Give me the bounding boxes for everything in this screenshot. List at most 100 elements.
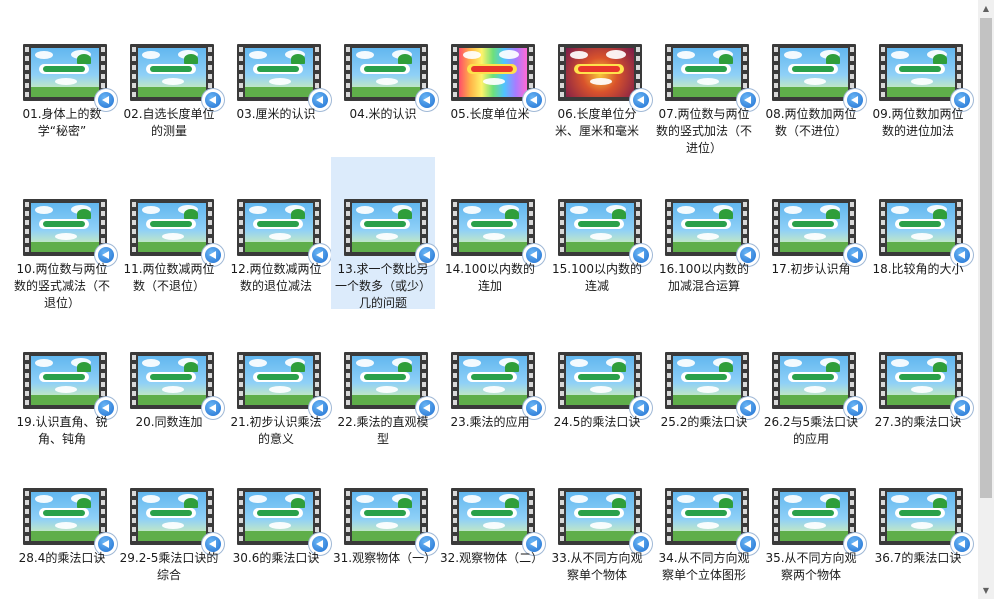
video-file-item[interactable]: 19.认识直角、锐角、钝角 (10, 310, 117, 462)
file-name-label: 30.6的乘法口诀 (232, 551, 320, 565)
film-strip-icon (879, 199, 963, 256)
video-thumbnail (772, 44, 866, 111)
file-name-label: 03.厘米的认识 (236, 107, 316, 121)
film-strip-icon (237, 488, 321, 545)
film-strip-icon (665, 199, 749, 256)
video-file-item[interactable]: 01.身体上的数学“秘密” (10, 2, 117, 154)
video-file-item[interactable]: 32.观察物体（二） (438, 446, 545, 598)
thumbnail-image (459, 203, 527, 252)
video-thumbnail (558, 488, 652, 555)
film-strip-icon (344, 488, 428, 545)
video-file-item[interactable]: 24.5的乘法口诀 (545, 310, 652, 462)
vertical-scrollbar[interactable]: ▲ ▼ (978, 0, 994, 599)
video-file-item[interactable]: 09.两位数加两位数的进位加法 (866, 2, 973, 154)
video-file-item[interactable]: 12.两位数减两位数的退位减法 (224, 157, 331, 309)
thumbnail-image (245, 48, 313, 97)
video-thumbnail (23, 44, 117, 111)
file-name-label: 24.5的乘法口诀 (553, 415, 641, 429)
video-file-item[interactable]: 34.从不同方向观察单个立体图形 (652, 446, 759, 598)
thumbnail-image (459, 356, 527, 405)
video-file-item[interactable]: 25.2的乘法口诀 (652, 310, 759, 462)
thumbnail-image (459, 492, 527, 541)
video-file-item[interactable]: 35.从不同方向观察两个物体 (759, 446, 866, 598)
video-thumbnail (23, 199, 117, 266)
video-file-item[interactable]: 23.乘法的应用 (438, 310, 545, 462)
video-file-item[interactable]: 33.从不同方向观察单个物体 (545, 446, 652, 598)
video-file-item[interactable]: 26.2与5乘法口诀的应用 (759, 310, 866, 462)
thumbnail-image (138, 203, 206, 252)
video-file-item[interactable]: 04.米的认识 (331, 2, 438, 154)
video-file-item[interactable]: 05.长度单位米 (438, 2, 545, 154)
video-file-item[interactable]: 28.4的乘法口诀 (10, 446, 117, 598)
film-strip-icon (879, 488, 963, 545)
video-thumbnail (879, 44, 973, 111)
video-file-item[interactable]: 10.两位数与两位数的竖式减法（不退位） (10, 157, 117, 310)
thumbnail-image (887, 356, 955, 405)
video-file-item[interactable]: 30.6的乘法口诀 (224, 446, 331, 598)
video-thumbnail (344, 352, 438, 419)
file-name-label: 33.从不同方向观察单个物体 (551, 551, 643, 582)
video-file-item[interactable]: 13.求一个数比另一个数多（或少）几的问题 (331, 157, 438, 310)
scroll-thumb[interactable] (980, 18, 992, 498)
video-file-item[interactable]: 11.两位数减两位数（不退位） (117, 157, 224, 309)
thumbnail-image (887, 492, 955, 541)
file-name-label: 14.100以内数的连加 (445, 262, 535, 293)
thumbnail-image (352, 492, 420, 541)
thumbnail-image (887, 48, 955, 97)
file-name-label: 31.观察物体（一） (333, 551, 437, 565)
thumbnail-image (138, 356, 206, 405)
thumbnail-image (673, 203, 741, 252)
video-file-item[interactable]: 17.初步认识角 (759, 157, 866, 309)
video-thumbnail (558, 352, 652, 419)
video-file-item[interactable]: 18.比较角的大小 (866, 157, 973, 309)
video-file-item[interactable]: 07.两位数与两位数的竖式加法（不进位） (652, 2, 759, 155)
video-file-item[interactable]: 08.两位数加两位数（不进位） (759, 2, 866, 154)
film-strip-icon (237, 352, 321, 409)
thumbnail-image (566, 492, 634, 541)
video-thumbnail (879, 199, 973, 266)
film-strip-icon (772, 44, 856, 101)
video-thumbnail (665, 352, 759, 419)
video-file-item[interactable]: 16.100以内数的加减混合运算 (652, 157, 759, 309)
video-file-item[interactable]: 02.自选长度单位的测量 (117, 2, 224, 154)
thumbnail-image (138, 492, 206, 541)
scroll-up-arrow-icon[interactable]: ▲ (978, 0, 994, 17)
file-grid: 01.身体上的数学“秘密” 02.自选长度单位的测量 03.厘米的认识 04.米的认识… (0, 0, 978, 599)
video-thumbnail (451, 488, 545, 555)
file-name-label: 05.长度单位米 (450, 107, 530, 121)
file-name-label: 29.2-5乘法口诀的综合 (119, 551, 219, 582)
video-file-item[interactable]: 03.厘米的认识 (224, 2, 331, 154)
scroll-down-arrow-icon[interactable]: ▼ (978, 582, 994, 599)
file-name-label: 16.100以内数的加减混合运算 (659, 262, 749, 293)
file-name-label: 04.米的认识 (349, 107, 417, 121)
thumbnail-image (673, 48, 741, 97)
video-file-item[interactable]: 27.3的乘法口诀 (866, 310, 973, 462)
film-strip-icon (558, 352, 642, 409)
thumbnail-image (31, 203, 99, 252)
film-strip-icon (665, 44, 749, 101)
file-name-label: 25.2的乘法口诀 (660, 415, 748, 429)
film-strip-icon (451, 352, 535, 409)
film-strip-icon (23, 44, 107, 101)
film-strip-icon (772, 352, 856, 409)
file-name-label: 27.3的乘法口诀 (874, 415, 962, 429)
file-name-label: 23.乘法的应用 (450, 415, 530, 429)
video-thumbnail (130, 44, 224, 111)
video-thumbnail (237, 199, 331, 266)
video-file-item[interactable]: 06.长度单位分米、厘米和毫米 (545, 2, 652, 154)
video-file-item[interactable]: 31.观察物体（一） (331, 446, 438, 598)
video-file-item[interactable]: 15.100以内数的连减 (545, 157, 652, 309)
film-strip-icon (237, 199, 321, 256)
video-file-item[interactable]: 36.7的乘法口诀 (866, 446, 973, 598)
video-file-item[interactable]: 29.2-5乘法口诀的综合 (117, 446, 224, 598)
video-file-item[interactable]: 20.同数连加 (117, 310, 224, 462)
film-strip-icon (23, 488, 107, 545)
film-strip-icon (23, 199, 107, 256)
video-file-item[interactable]: 22.乘法的直观模型 (331, 310, 438, 462)
film-strip-icon (879, 44, 963, 101)
video-file-item[interactable]: 14.100以内数的连加 (438, 157, 545, 309)
film-strip-icon (130, 199, 214, 256)
thumbnail-image (352, 356, 420, 405)
video-thumbnail (344, 44, 438, 111)
video-file-item[interactable]: 21.初步认识乘法的意义 (224, 310, 331, 462)
